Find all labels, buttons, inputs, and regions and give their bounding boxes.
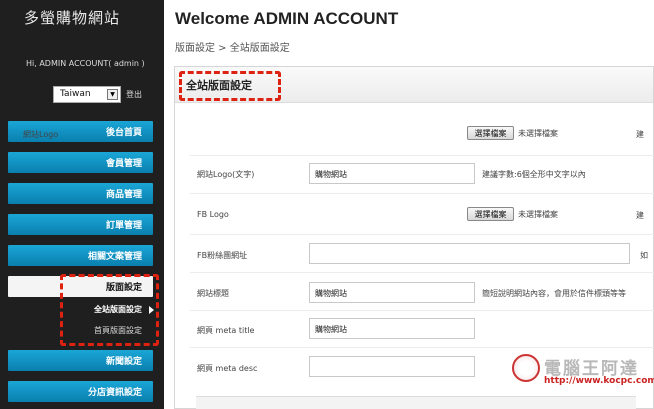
fb-logo-label: FB Logo: [197, 210, 229, 219]
sidebar: 多螢購物網站 Hi, ADMIN ACCOUNT( admin ) Taiwan…: [0, 0, 164, 409]
language-value: Taiwan: [60, 89, 91, 99]
row-divider: [190, 310, 654, 311]
logo-file-button[interactable]: 選擇檔案: [467, 126, 514, 140]
row-divider: [190, 347, 654, 348]
user-greeting: Hi, ADMIN ACCOUNT( admin ): [26, 59, 145, 68]
fb-fans-input[interactable]: [309, 243, 630, 264]
logo-file-status: 未選擇檔案: [518, 129, 558, 138]
fb-logo-file-status: 未選擇檔案: [518, 210, 558, 219]
nav-item-copywriting[interactable]: 相關文案管理: [8, 245, 153, 266]
fb-logo-file-button[interactable]: 選擇檔案: [467, 207, 514, 221]
meta-title-label: 網頁 meta title: [197, 326, 255, 335]
logo-hint: 建: [636, 130, 644, 139]
nav-item-branches[interactable]: 分店資訊設定: [8, 381, 153, 402]
nav-item-news[interactable]: 新聞設定: [8, 350, 153, 371]
watermark-logo-icon: [512, 354, 540, 382]
chevron-down-icon: ▼: [107, 89, 118, 100]
logo-text-hint: 建議字數:6個全形中文字以內: [482, 170, 586, 179]
watermark: 電腦王阿達 http://www.kocpc.com.tw: [512, 352, 654, 404]
highlight-box-header: [179, 71, 281, 101]
nav-item-products[interactable]: 商品管理: [8, 183, 153, 204]
watermark-url: http://www.kocpc.com.tw: [544, 376, 654, 386]
row-divider: [190, 193, 654, 194]
language-select[interactable]: Taiwan ▼: [53, 86, 121, 103]
logo-text-input[interactable]: 購物網站: [309, 163, 475, 184]
logo-label: 網站Logo: [23, 130, 59, 139]
page-title: Welcome ADMIN ACCOUNT: [175, 9, 399, 28]
site-title-input[interactable]: 購物網站: [309, 282, 475, 303]
nav-item-members[interactable]: 會員管理: [8, 152, 153, 173]
site-title-label: 網站標題: [197, 289, 229, 298]
nav-item-orders[interactable]: 訂單管理: [8, 214, 153, 235]
breadcrumb: 版面設定 > 全站版面設定: [175, 43, 290, 54]
meta-desc-input[interactable]: [309, 356, 475, 377]
site-title-hint: 簡短說明網站內容，會用於信件標頭等等: [482, 289, 626, 298]
highlight-box-sidebar: [60, 274, 159, 346]
meta-desc-label: 網頁 meta desc: [197, 364, 258, 373]
row-divider: [190, 234, 654, 235]
panel-header: 全站版面設定: [175, 67, 653, 103]
meta-title-input[interactable]: 購物網站: [309, 318, 475, 339]
logo-text-label: 網站Logo(文字): [197, 170, 255, 179]
fb-logo-hint: 建: [636, 211, 644, 220]
site-title: 多螢購物網站: [24, 9, 121, 27]
logout-link[interactable]: 登出: [126, 89, 142, 100]
row-divider: [190, 155, 654, 156]
row-divider: [190, 272, 654, 273]
fb-fans-hint: 如: [640, 251, 648, 260]
fb-fans-label: FB粉絲團網址: [197, 251, 248, 260]
